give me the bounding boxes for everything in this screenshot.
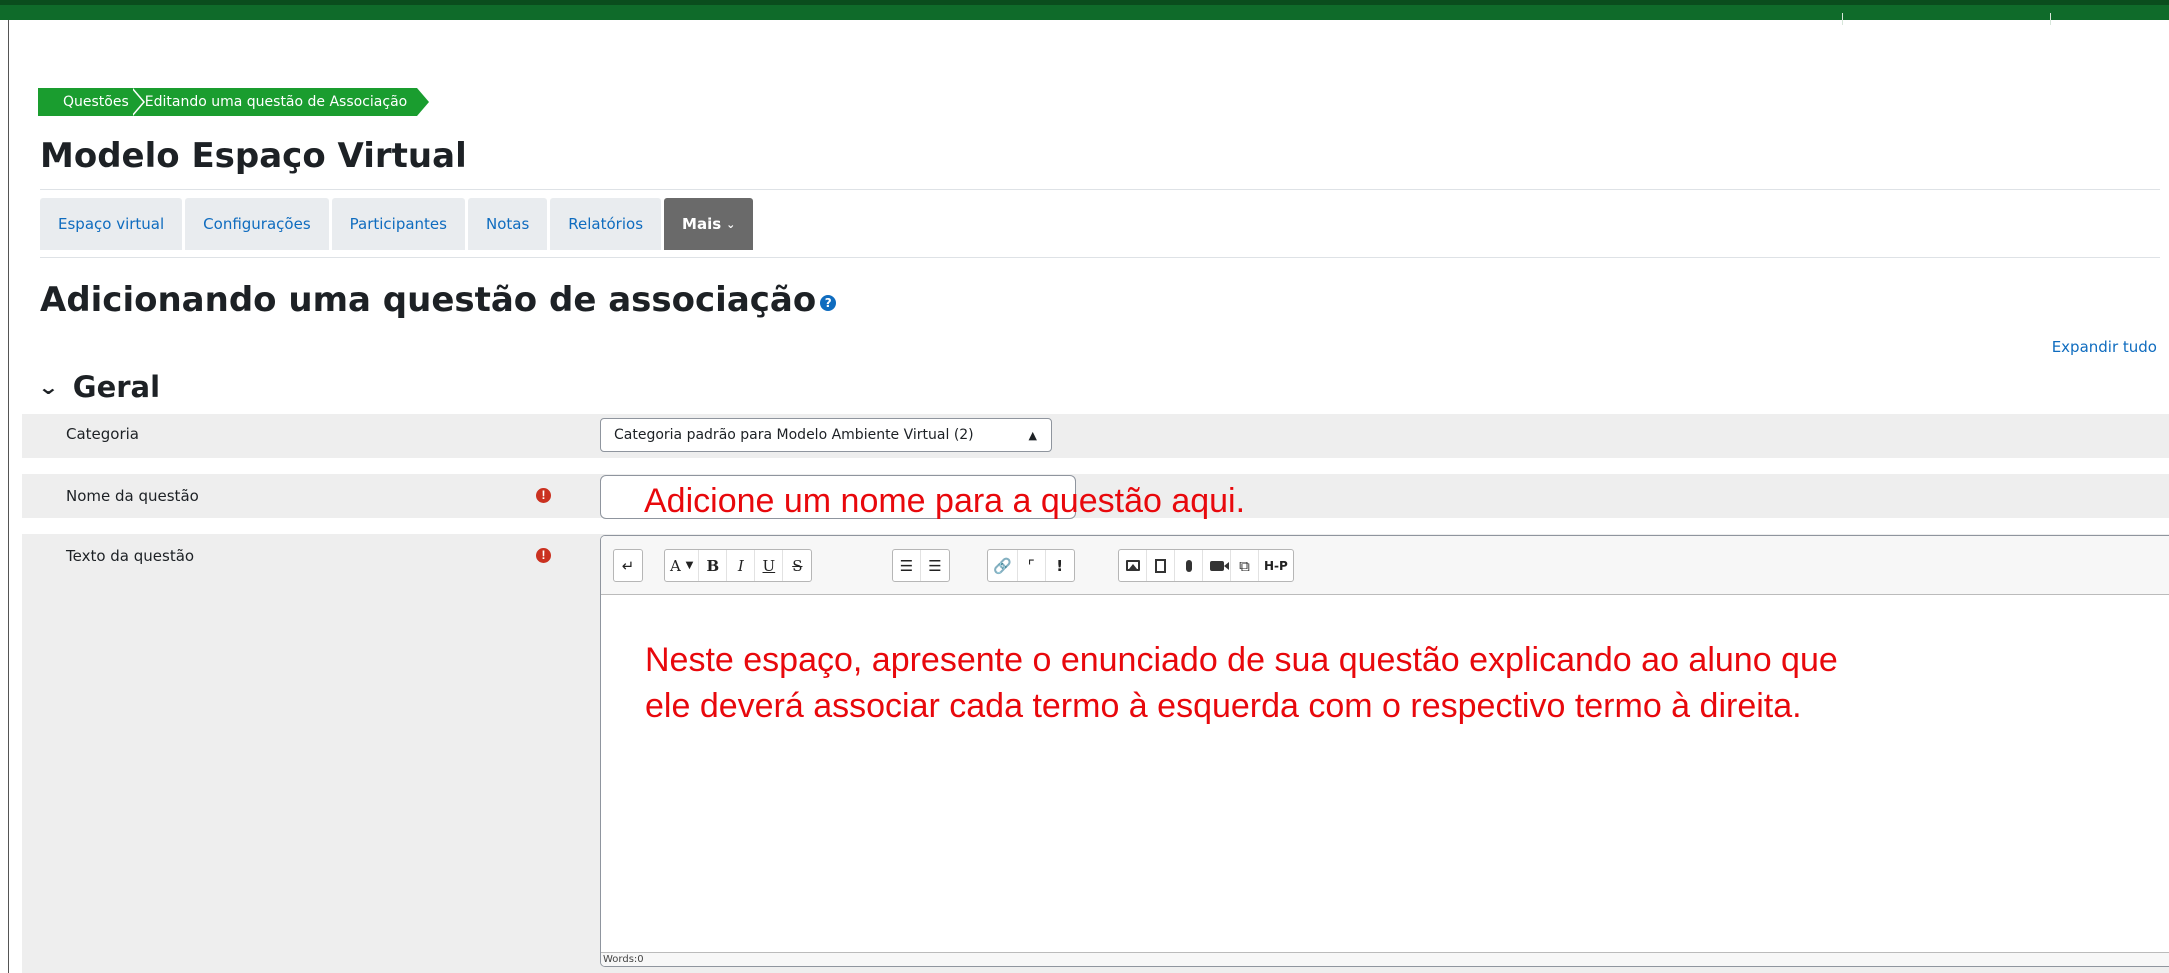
course-title: Modelo Espaço Virtual <box>40 136 467 176</box>
toolbar-toggle-icon[interactable]: ↵ <box>614 550 642 581</box>
name-label: Nome da questão <box>66 487 199 505</box>
chevron-down-icon: ⌄ <box>37 375 60 399</box>
bold-icon[interactable]: B <box>699 550 728 581</box>
navbar-divider <box>1842 13 1843 25</box>
required-icon: ! <box>536 488 551 503</box>
word-count-label: Words: <box>603 954 638 965</box>
section-title: Geral <box>72 370 161 404</box>
breadcrumb-separator-icon <box>130 88 145 116</box>
font-style-icon[interactable]: A ▼ <box>665 550 700 581</box>
divider <box>40 257 2160 258</box>
form-row-text: Texto da questão ! ↵ A ▼ B I U S ☰ ☰ 🔗 ⌜… <box>22 534 2169 973</box>
tab-relatorios[interactable]: Relatórios <box>550 198 662 250</box>
record-audio-icon[interactable] <box>1175 550 1203 581</box>
tab-configuracoes[interactable]: Configurações <box>185 198 329 250</box>
navbar-divider <box>2050 13 2051 25</box>
name-annotation: Adicione um nome para a questão aqui. <box>644 482 1246 520</box>
text-annotation: Neste espaço, apresente o enunciado de s… <box>645 637 1838 729</box>
tab-notas[interactable]: Notas <box>467 198 548 250</box>
unordered-list-icon[interactable]: ☰ <box>893 550 921 581</box>
breadcrumb: Questões Editando uma questão de Associa… <box>38 88 430 116</box>
record-video-icon[interactable] <box>1203 550 1231 581</box>
chevron-down-icon: ⌄ <box>726 217 736 231</box>
italic-icon[interactable]: I <box>727 550 756 581</box>
media-icon[interactable] <box>1147 550 1175 581</box>
category-select-value: Categoria padrão para Modelo Ambiente Vi… <box>614 427 974 443</box>
tab-participantes[interactable]: Participantes <box>331 198 465 250</box>
image-icon[interactable] <box>1119 550 1147 581</box>
category-label: Categoria <box>66 425 140 443</box>
divider <box>40 189 2160 190</box>
top-navbar <box>0 0 2169 25</box>
ordered-list-icon[interactable]: ☰ <box>921 550 949 581</box>
toolbar-group: ⧉ H-P <box>1118 549 1294 582</box>
toolbar-group: ☰ ☰ <box>892 549 950 582</box>
text-annotation-line2: ele deverá associar cada termo à esquerd… <box>645 687 1802 725</box>
tab-mais[interactable]: Mais ⌄ <box>664 198 754 250</box>
question-text-editor: ↵ A ▼ B I U S ☰ ☰ 🔗 ⌜ ! ⧉ H-P Neste espa… <box>600 535 2169 967</box>
section-toggle-geral[interactable]: ⌄ Geral <box>37 370 161 404</box>
no-autolink-icon[interactable]: ! <box>1046 550 1074 581</box>
page-heading: Adicionando uma questão de associação ? <box>40 280 837 320</box>
page-border <box>8 20 9 973</box>
page-heading-text: Adicionando uma questão de associação <box>40 280 817 320</box>
toolbar-group: 🔗 ⌜ ! <box>987 549 1075 582</box>
editor-content-area[interactable]: Neste espaço, apresente o enunciado de s… <box>601 595 2169 952</box>
toolbar-group: ↵ <box>613 549 643 582</box>
text-label: Texto da questão <box>66 547 195 565</box>
form-row-category: Categoria Categoria padrão para Modelo A… <box>22 414 2169 458</box>
underline-icon[interactable]: U <box>755 550 784 581</box>
course-tabs: Espaço virtual Configurações Participant… <box>40 198 756 250</box>
form-row-name: Nome da questão ! Adicione um nome para … <box>22 474 2169 520</box>
required-icon: ! <box>536 548 551 563</box>
word-count: Words:0 <box>601 952 2169 966</box>
breadcrumb-item-editing[interactable]: Editando uma questão de Associação <box>134 88 418 116</box>
text-annotation-line1: Neste espaço, apresente o enunciado de s… <box>645 641 1838 679</box>
manage-files-icon[interactable]: ⧉ <box>1231 550 1259 581</box>
expand-all-link[interactable]: Expandir tudo <box>2052 338 2157 356</box>
unlink-icon[interactable]: ⌜ <box>1018 550 1046 581</box>
select-arrows-icon: ▲ <box>1028 428 1037 442</box>
toolbar-group: A ▼ B I U S <box>664 549 813 582</box>
editor-toolbar: ↵ A ▼ B I U S ☰ ☰ 🔗 ⌜ ! ⧉ H-P <box>601 536 2169 595</box>
link-icon[interactable]: 🔗 <box>988 550 1018 581</box>
tab-mais-label: Mais <box>682 215 722 233</box>
category-select[interactable]: Categoria padrão para Modelo Ambiente Vi… <box>600 418 1052 452</box>
breadcrumb-item-questoes[interactable]: Questões <box>38 88 135 116</box>
strikethrough-icon[interactable]: S <box>783 550 811 581</box>
word-count-value: 0 <box>637 954 644 965</box>
page: Questões Editando uma questão de Associa… <box>0 0 2169 973</box>
tab-espaco-virtual[interactable]: Espaço virtual <box>40 198 183 250</box>
breadcrumb-arrow-icon <box>417 88 430 116</box>
h5p-icon[interactable]: H-P <box>1259 550 1293 581</box>
question-circle-icon[interactable]: ? <box>820 295 837 311</box>
